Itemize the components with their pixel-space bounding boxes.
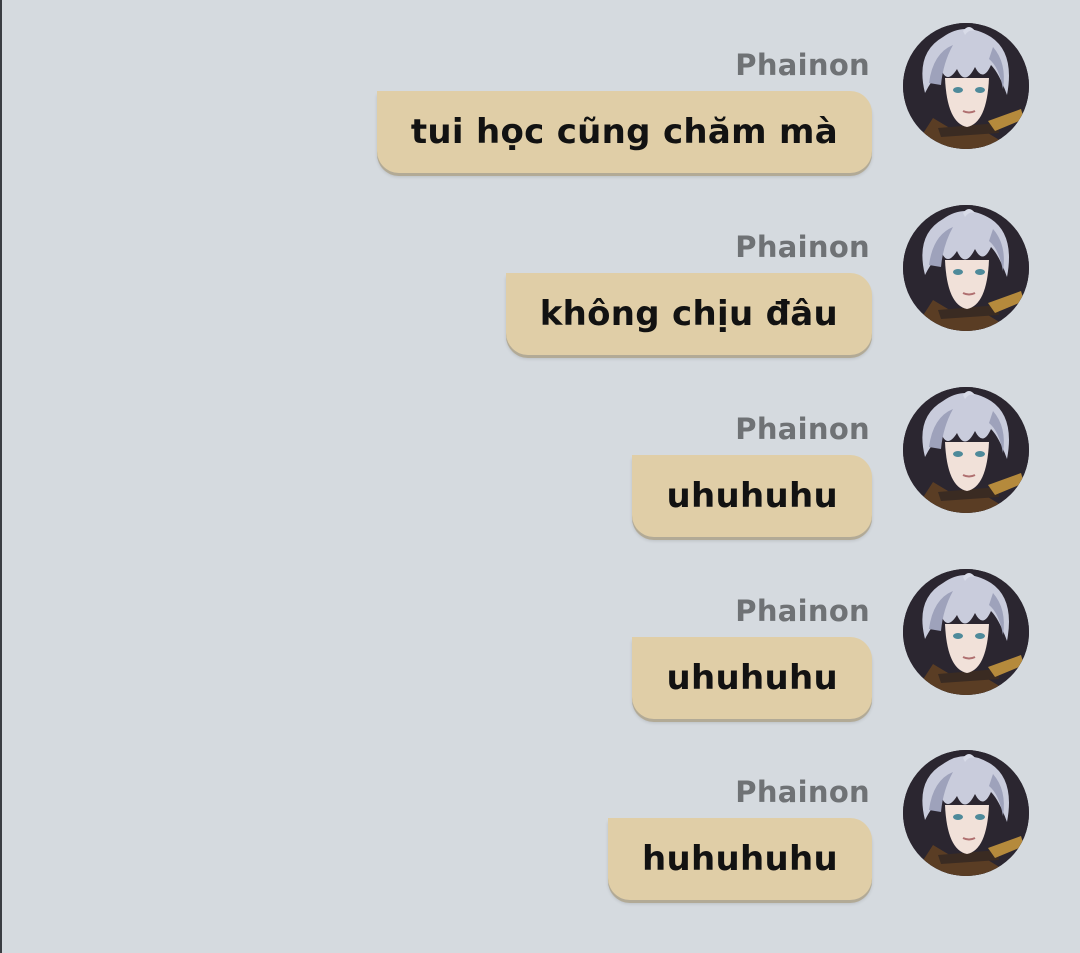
message-bubble[interactable]: uhuhuhu bbox=[632, 637, 872, 719]
message-row: Phainon tui học cũng chăm mà bbox=[0, 23, 1080, 215]
avatar[interactable] bbox=[903, 23, 1029, 149]
sender-name: Phainon bbox=[735, 48, 870, 82]
character-portrait-icon bbox=[903, 205, 1029, 331]
avatar[interactable] bbox=[903, 205, 1029, 331]
avatar[interactable] bbox=[903, 387, 1029, 513]
message-row: Phainon huhuhuhu bbox=[0, 750, 1080, 942]
sender-name: Phainon bbox=[735, 594, 870, 628]
character-portrait-icon bbox=[903, 750, 1029, 876]
message-bubble[interactable]: huhuhuhu bbox=[607, 818, 872, 900]
character-portrait-icon bbox=[903, 23, 1029, 149]
sender-name: Phainon bbox=[735, 230, 870, 264]
message-row: Phainon không chịu đâu bbox=[0, 205, 1080, 397]
avatar[interactable] bbox=[903, 569, 1029, 695]
message-row: Phainon uhuhuhu bbox=[0, 387, 1080, 579]
character-portrait-icon bbox=[903, 387, 1029, 513]
sender-name: Phainon bbox=[735, 775, 870, 809]
character-portrait-icon bbox=[903, 569, 1029, 695]
chat-log: Phainon tui học cũng chăm mà Phainon khô… bbox=[0, 0, 1080, 953]
message-bubble[interactable]: không chịu đâu bbox=[505, 273, 872, 355]
message-bubble[interactable]: tui học cũng chăm mà bbox=[376, 91, 872, 173]
avatar[interactable] bbox=[903, 750, 1029, 876]
message-row: Phainon uhuhuhu bbox=[0, 569, 1080, 761]
message-bubble[interactable]: uhuhuhu bbox=[632, 455, 872, 537]
sender-name: Phainon bbox=[735, 412, 870, 446]
